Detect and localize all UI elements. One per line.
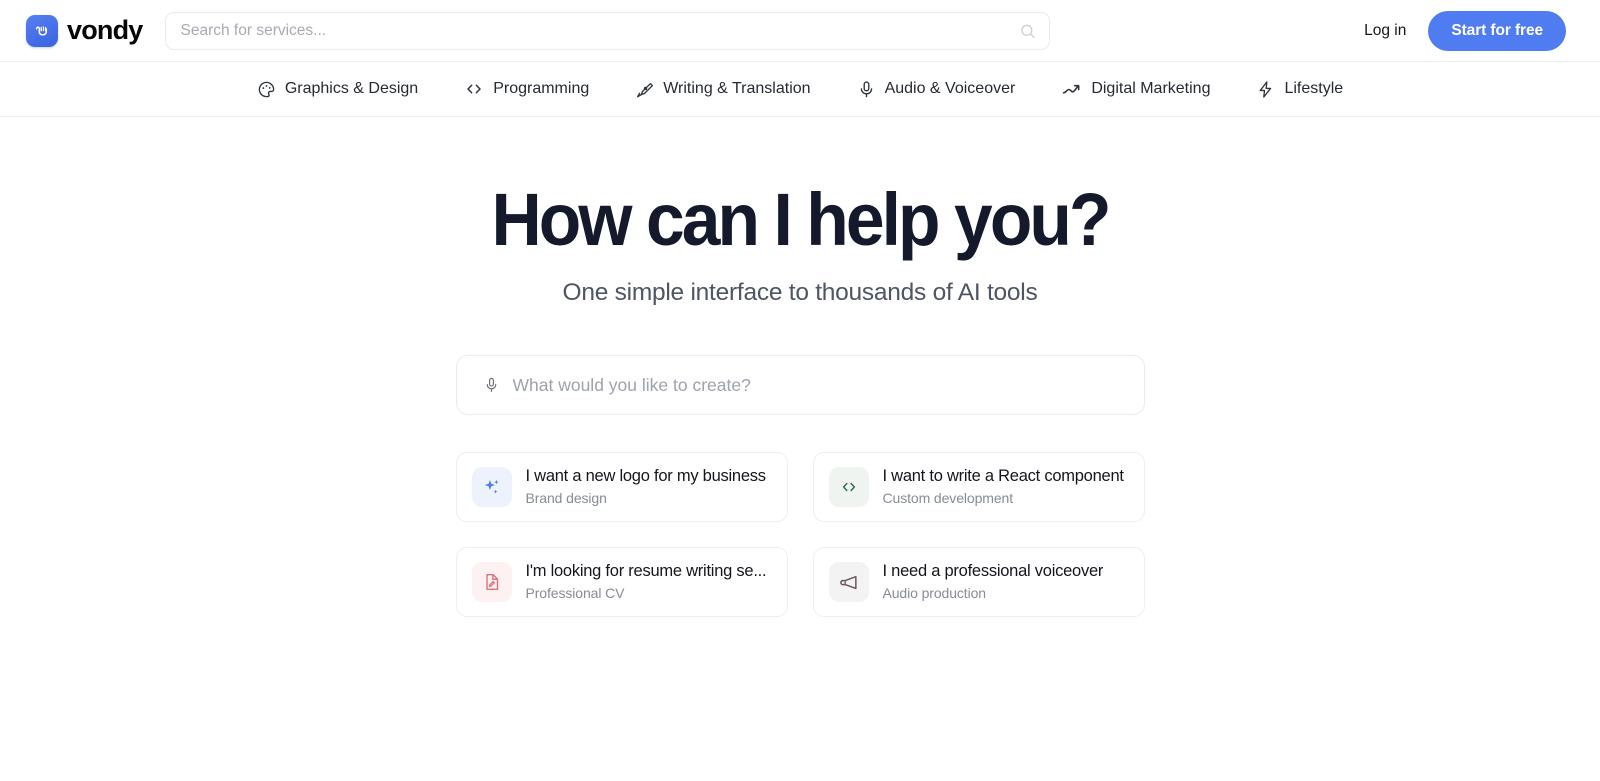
search-input[interactable] [164, 11, 1050, 50]
page-title: How can I help you? [491, 178, 1111, 261]
card-subtitle: Brand design [525, 490, 607, 506]
top-header: vondy Log in Start for free [0, 0, 1600, 62]
nav-item-label: Digital Marketing [1091, 80, 1211, 97]
suggestion-card-logo[interactable]: I want a new logo for my business Brand … [455, 452, 788, 522]
card-text-block: I need a professional voiceover Audio pr… [883, 562, 1104, 602]
card-text-block: I want to write a React component Custom… [883, 467, 1124, 507]
microphone-icon[interactable] [483, 377, 500, 394]
nav-item-lifestyle[interactable]: Lifestyle [1233, 80, 1366, 99]
nav-item-audio-voiceover[interactable]: Audio & Voiceover [834, 80, 1039, 99]
card-title: I'm looking for resume writing se... [525, 562, 767, 581]
megaphone-icon [828, 562, 869, 602]
nav-item-label: Lifestyle [1284, 80, 1344, 97]
page-subtitle: One simple interface to thousands of AI … [562, 279, 1038, 306]
card-title: I want to write a React component [882, 467, 1124, 486]
start-for-free-button[interactable]: Start for free [1428, 10, 1566, 51]
nav-item-digital-marketing[interactable]: Digital Marketing [1038, 79, 1233, 100]
login-link[interactable]: Log in [1360, 16, 1410, 46]
card-text-block: I want a new logo for my business Brand … [526, 467, 766, 507]
nav-item-label: Audio & Voiceover [884, 80, 1016, 97]
microphone-icon [857, 80, 876, 99]
nav-item-graphics-design[interactable]: Graphics & Design [234, 80, 441, 99]
code-brackets-icon [828, 467, 869, 507]
prompt-input[interactable] [455, 355, 1145, 415]
card-subtitle: Custom development [882, 490, 1014, 506]
card-title: I want a new logo for my business [525, 467, 766, 486]
trending-up-icon [1061, 79, 1082, 100]
code-brackets-icon [464, 79, 484, 99]
card-subtitle: Audio production [882, 585, 987, 601]
suggestion-card-voiceover[interactable]: I need a professional voiceover Audio pr… [812, 547, 1145, 617]
nav-item-writing-translation[interactable]: Writing & Translation [612, 80, 833, 99]
nav-item-label: Writing & Translation [663, 80, 811, 97]
nav-item-label: Programming [493, 80, 590, 97]
card-subtitle: Professional CV [525, 585, 625, 601]
category-nav: Graphics & Design Programming Writing & … [0, 62, 1600, 117]
suggestion-cards: I want a new logo for my business Brand … [455, 452, 1145, 617]
header-actions: Log in Start for free [1360, 10, 1574, 51]
palette-icon [257, 80, 276, 99]
vondy-shaka-logo-icon [26, 14, 58, 47]
nav-item-programming[interactable]: Programming [441, 79, 612, 99]
search-field-wrapper [164, 11, 1050, 50]
pen-nib-icon [635, 80, 654, 99]
suggestion-card-resume[interactable]: I'm looking for resume writing se... Pro… [455, 547, 788, 617]
brand-logo-link[interactable]: vondy [26, 14, 143, 47]
card-text-block: I'm looking for resume writing se... Pro… [526, 562, 767, 602]
suggestion-card-react[interactable]: I want to write a React component Custom… [812, 452, 1145, 522]
hero-section: How can I help you? One simple interface… [0, 117, 1600, 307]
main-content: How can I help you? One simple interface… [0, 117, 1600, 617]
lightning-bolt-icon [1256, 80, 1275, 99]
sparkles-icon [471, 467, 512, 507]
brand-wordmark: vondy [67, 15, 143, 45]
card-title: I need a professional voiceover [882, 562, 1104, 581]
file-pen-icon [471, 562, 512, 602]
nav-item-label: Graphics & Design [284, 80, 419, 97]
prompt-input-wrapper [455, 355, 1145, 415]
